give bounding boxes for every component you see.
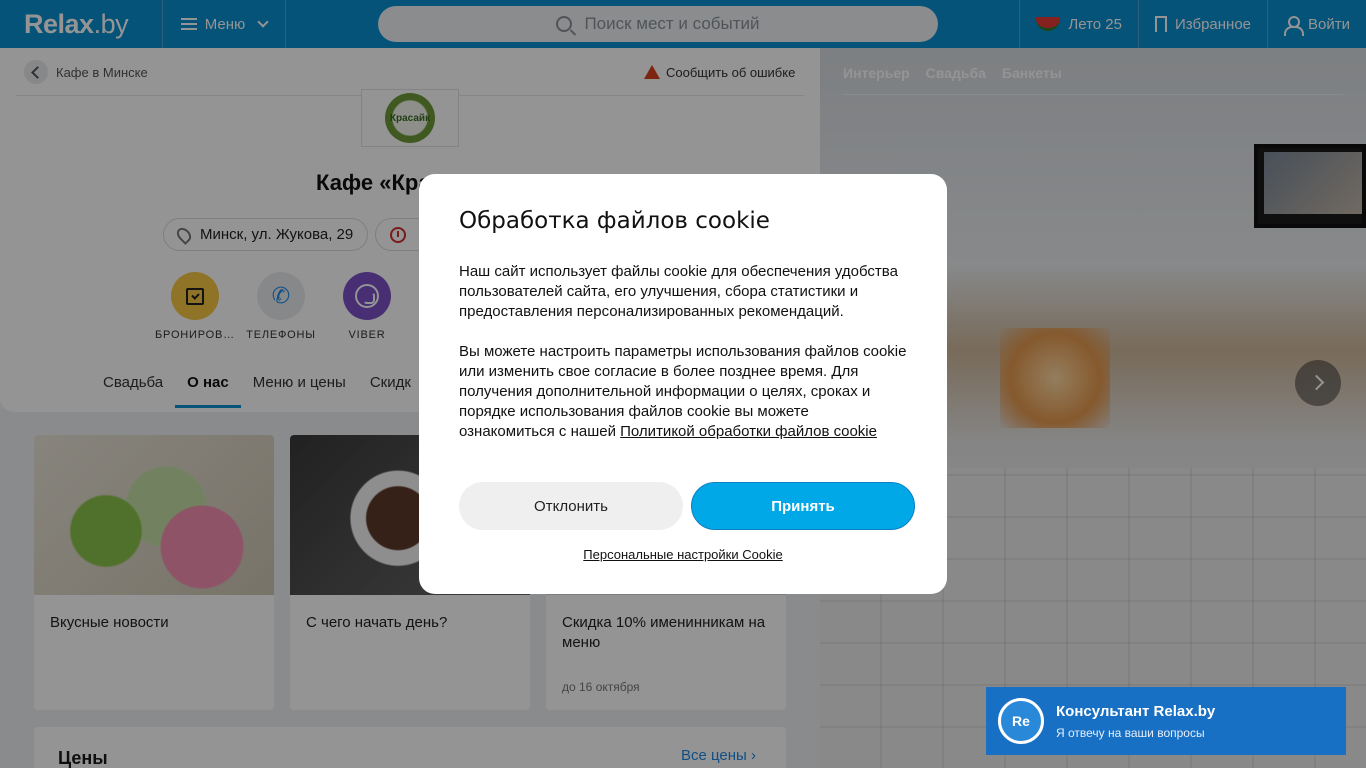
avatar: Re [998,698,1044,744]
accept-button[interactable]: Принять [691,482,915,530]
consultant-subtitle: Я отвечу на ваши вопросы [1056,725,1205,740]
cookie-text-2: Вы можете настроить параметры использова… [459,343,907,440]
consultant-title: Консультант Relax.by [1056,702,1216,720]
cookie-policy-link[interactable]: Политикой обработки файлов cookie [620,423,877,440]
cookie-text-1: Наш сайт использует файлы cookie для обе… [459,263,898,320]
cookie-settings-link[interactable]: Персональные настройки Cookie [419,547,947,562]
cookie-dialog: Обработка файлов cookie Наш сайт использ… [419,174,947,594]
cookie-title: Обработка файлов cookie [459,208,770,234]
decline-button[interactable]: Отклонить [459,482,683,530]
consultant-widget[interactable]: Re Консультант Relax.by Я отвечу на ваши… [986,687,1346,755]
